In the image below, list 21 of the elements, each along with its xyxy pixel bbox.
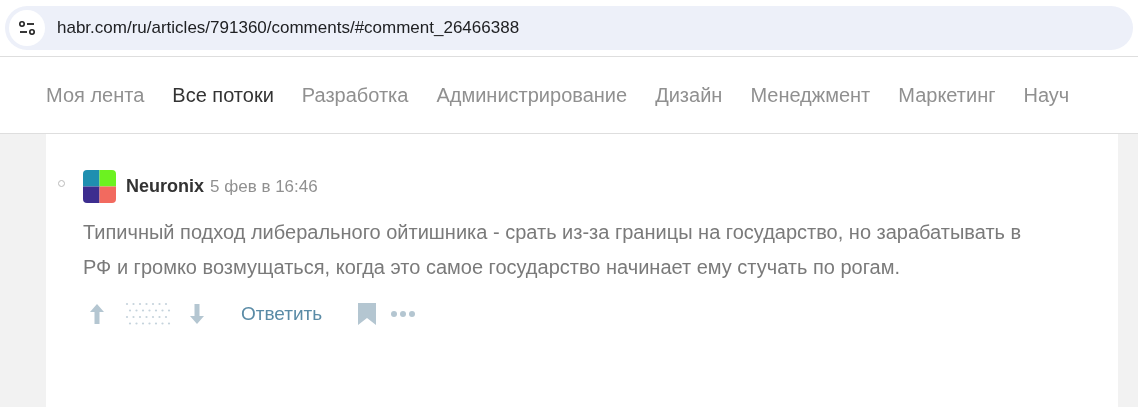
nav-tab[interactable]: Моя лента bbox=[46, 80, 145, 110]
url-text: habr.com/ru/articles/791360/comments/#comment_26466388 bbox=[57, 17, 520, 40]
reply-link[interactable]: Ответить bbox=[241, 299, 323, 329]
nav-tab[interactable]: Разработка bbox=[301, 80, 409, 110]
nav-tab[interactable]: Администрирование bbox=[436, 80, 628, 110]
nav-tab[interactable]: Маркетинг bbox=[898, 80, 996, 110]
author-name[interactable]: Neuronix bbox=[126, 173, 204, 200]
nav-tab[interactable]: Науч bbox=[1023, 80, 1070, 110]
upvote-arrow-icon[interactable] bbox=[89, 303, 105, 325]
comment-time: 5 фев в 16:46 bbox=[210, 175, 318, 198]
hidden-score-icon bbox=[125, 302, 171, 326]
bookmark-icon[interactable] bbox=[358, 303, 377, 325]
address-bar[interactable]: habr.com/ru/articles/791360/comments/#comment_26466388 bbox=[5, 6, 1133, 50]
comment-text: Типичный подход либерального ойтишника - срать из-за границы на государство, но зарабатывать в РФ и громко возмущаться, когда это самое государство начинает ему стучать по рогам. bbox=[83, 220, 1023, 280]
more-icon[interactable] bbox=[390, 310, 417, 318]
site-settings-icon[interactable] bbox=[9, 10, 45, 46]
nav-tab[interactable]: Менеджмент bbox=[750, 80, 871, 110]
nav-tab[interactable]: Все потоки bbox=[172, 80, 274, 110]
nav-tab[interactable]: Дизайн bbox=[655, 80, 723, 110]
avatar-icon bbox=[83, 170, 116, 203]
downvote-arrow-icon[interactable] bbox=[189, 303, 205, 325]
